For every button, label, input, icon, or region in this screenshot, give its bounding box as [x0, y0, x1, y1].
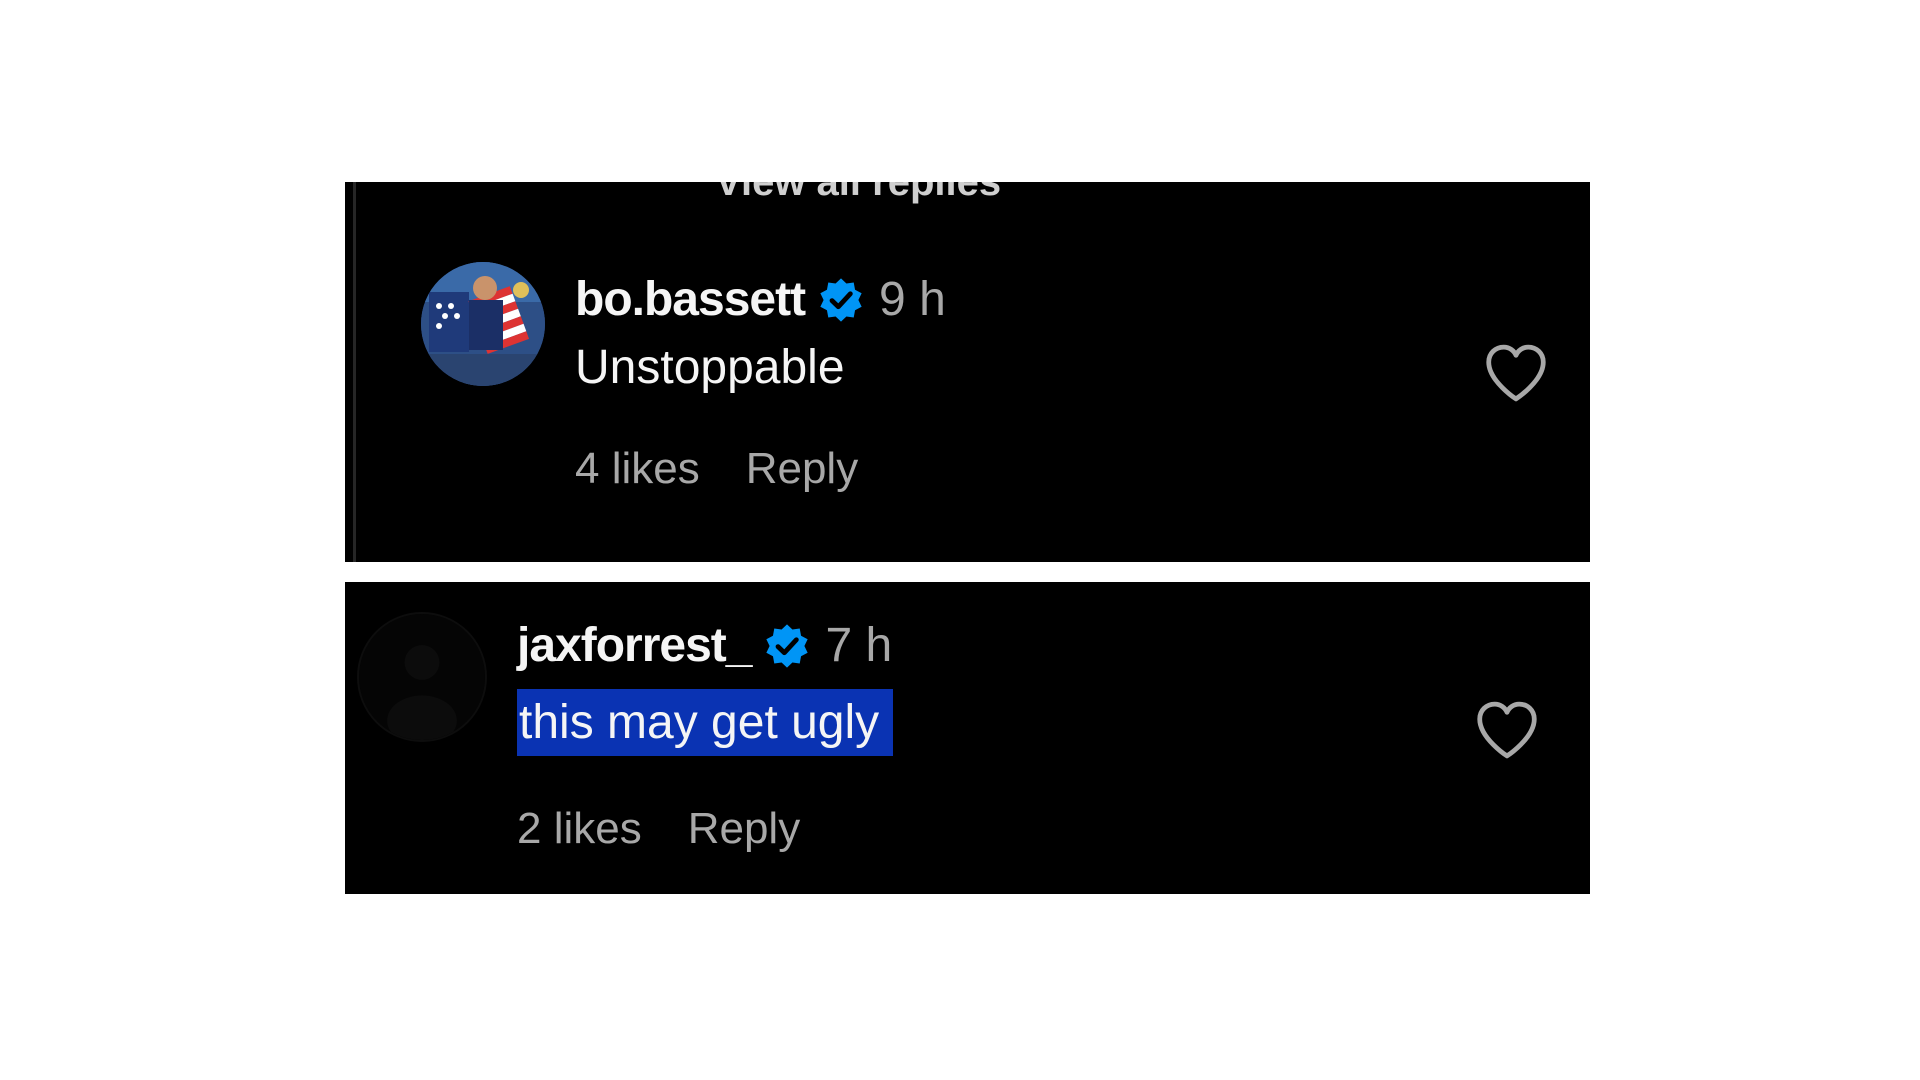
reply-button[interactable]: Reply — [688, 804, 801, 854]
likes-count[interactable]: 2 likes — [517, 804, 642, 854]
like-button[interactable] — [1473, 700, 1541, 760]
avatar-photo-icon — [421, 262, 545, 386]
verified-badge-icon — [817, 276, 865, 324]
comment-meta: bo.bassett 9 h — [575, 272, 946, 327]
username[interactable]: bo.bassett — [575, 272, 806, 327]
comment-text: Unstoppable — [575, 341, 845, 394]
comment-timestamp: 9 h — [879, 273, 946, 326]
heart-outline-icon — [1477, 701, 1537, 759]
comment-actions: 2 likes Reply — [517, 804, 800, 854]
reply-button[interactable]: Reply — [746, 444, 859, 494]
username[interactable]: jaxforrest_ — [517, 618, 752, 673]
comment-timestamp: 7 h — [825, 619, 893, 672]
avatar[interactable] — [421, 262, 545, 386]
reply-thread-line — [353, 182, 356, 562]
comment-text-selected: this may get ugly — [517, 689, 894, 756]
view-replies-link-cropped[interactable]: View all replies — [715, 182, 1001, 205]
comment-actions: 4 likes Reply — [575, 444, 858, 494]
likes-count[interactable]: 4 likes — [575, 444, 700, 494]
like-button[interactable] — [1482, 343, 1550, 403]
verified-badge-icon — [763, 622, 811, 670]
comment-card-jaxforrest: jaxforrest_ 7 h this may get ugly 2 like… — [345, 582, 1590, 894]
avatar-placeholder-icon — [359, 614, 485, 740]
comment-card-bo-bassett: View all replies bo.bassett 9 h Unstoppa… — [345, 182, 1590, 562]
avatar[interactable] — [357, 612, 487, 742]
comment-meta: jaxforrest_ 7 h — [517, 618, 892, 673]
heart-outline-icon — [1486, 344, 1546, 402]
screenshot-canvas: { "partial_header_text": "View all repli… — [0, 0, 1920, 1080]
